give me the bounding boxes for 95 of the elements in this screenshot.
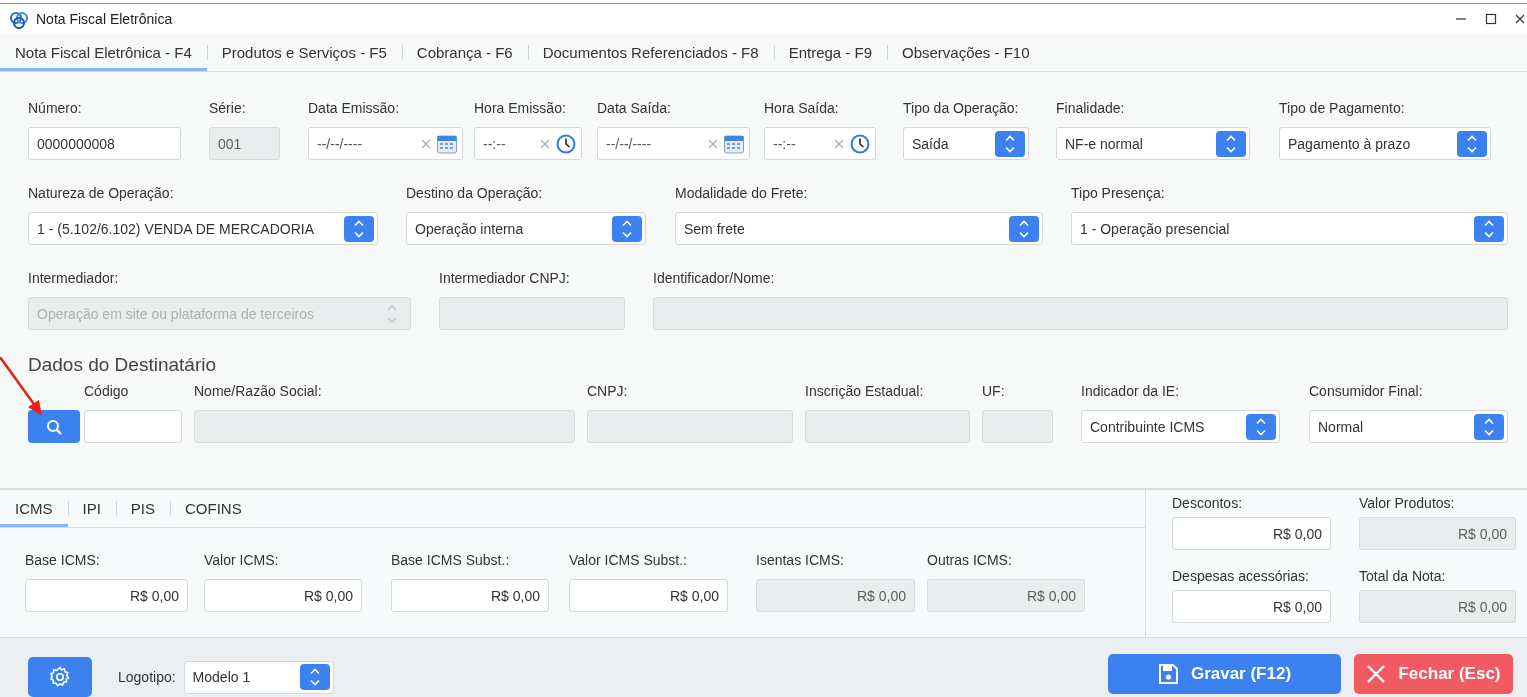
select-field[interactable]: NF-e normal — [1056, 127, 1250, 160]
field-label: Tipo de Pagamento: — [1279, 100, 1406, 118]
input-field[interactable]: R$ 0,00 — [204, 579, 362, 612]
section-heading: Dados do Destinatário — [28, 354, 217, 377]
input-field[interactable]: R$ 0,00 — [391, 579, 549, 612]
field-label: Data Saída: — [597, 100, 672, 118]
select-field[interactable]: 1 - Operação presencial — [1071, 212, 1508, 245]
field-label: Base ICMS Subst.: — [391, 552, 511, 570]
select-field[interactable]: Normal — [1309, 410, 1508, 443]
field-label: Valor Produtos: — [1359, 495, 1456, 513]
clock-icon — [556, 133, 576, 154]
dropdown-arrows-icon — [1216, 130, 1246, 157]
tab[interactable]: Entrega - F9 — [773, 34, 887, 71]
maximize-icon — [1485, 13, 1497, 25]
clear-icon — [540, 138, 550, 149]
field-label: Tipo da Operação: — [903, 100, 1020, 118]
dropdown-arrows-icon — [612, 215, 642, 242]
field-label: Série: — [209, 100, 247, 118]
field-label: Indicador da IE: — [1081, 383, 1181, 401]
field-label: Consumidor Final: — [1309, 383, 1424, 401]
clear-icon — [421, 138, 431, 149]
tab[interactable]: Cobrança - F6 — [401, 34, 528, 71]
field-label: Total da Nota: — [1359, 568, 1447, 586]
time-field[interactable]: --:-- — [474, 127, 582, 160]
date-field[interactable]: --/--/---- — [597, 127, 750, 160]
select-field[interactable]: 1 - (5.102/6.102) VENDA DE MERCADORIA — [28, 212, 378, 245]
field-label: Data Emissão: — [308, 100, 401, 118]
field-label: Destino da Operação: — [406, 185, 544, 203]
field-label: Base ICMS: — [25, 552, 101, 570]
clear-icon — [708, 138, 718, 149]
field-label: Código — [84, 383, 130, 401]
tab[interactable]: COFINS — [170, 490, 257, 527]
field-label: Intermediador CNPJ: — [439, 270, 571, 288]
input-field[interactable]: R$ 0,00 — [1172, 590, 1331, 623]
dropdown-arrows-icon — [1246, 413, 1276, 440]
field-label: UF: — [982, 383, 1006, 401]
tab[interactable]: ICMS — [0, 490, 68, 527]
field-label: Inscrição Estadual: — [805, 383, 925, 401]
search-button[interactable] — [28, 410, 80, 443]
field-label: Valor ICMS: — [204, 552, 280, 570]
input-field[interactable] — [84, 410, 182, 443]
dropdown-arrows-icon — [1474, 413, 1504, 440]
field-label: Finalidade: — [1056, 100, 1126, 118]
save-button[interactable]: Gravar (F12) — [1108, 654, 1341, 694]
calendar-icon — [724, 133, 744, 154]
input-field[interactable]: R$ 0,00 — [1172, 517, 1331, 550]
field-label: Logotipo: — [118, 669, 176, 685]
select-field[interactable]: Pagamento à prazo — [1279, 127, 1491, 160]
dropdown-arrows-icon — [299, 664, 330, 690]
dropdown-arrows-icon — [995, 130, 1025, 157]
tab[interactable]: Produtos e Serviços - F5 — [206, 34, 402, 71]
field-label: Descontos: — [1172, 495, 1244, 513]
tab[interactable]: Documentos Referenciados - F8 — [527, 34, 774, 71]
clear-icon — [834, 138, 844, 149]
window-title: Nota Fiscal Eletrônica — [36, 11, 173, 27]
field-label: CNPJ: — [587, 383, 629, 401]
select-field[interactable]: Sem frete — [675, 212, 1043, 245]
app-logo-icon — [9, 9, 29, 29]
search-icon — [46, 418, 62, 435]
input-field[interactable]: R$ 0,00 — [25, 579, 188, 612]
field-label: Valor ICMS Subst.: — [569, 552, 688, 570]
field-label: Isentas ICMS: — [756, 552, 845, 570]
date-field[interactable]: --/--/---- — [308, 127, 463, 160]
input-field[interactable]: 0000000008 — [28, 127, 181, 160]
time-field[interactable]: --:-- — [764, 127, 876, 160]
dropdown-arrows-icon — [1474, 215, 1504, 242]
dropdown-arrows-icon — [344, 215, 374, 242]
settings-icon — [49, 666, 71, 688]
select-field[interactable]: Modelo 1 — [183, 660, 334, 694]
field-label: Tipo Presença: — [1071, 185, 1166, 203]
field-label: Hora Emissão: — [474, 100, 567, 118]
tab[interactable]: IPI — [67, 490, 116, 527]
field-label: Hora Saída: — [764, 100, 840, 118]
field-label: Identificador/Nome: — [653, 270, 776, 288]
field-label: Natureza de Operação: — [28, 185, 175, 203]
dropdown-arrows-icon — [1009, 215, 1039, 242]
field-label: Despesas acessórias: — [1172, 568, 1310, 586]
calendar-icon — [437, 133, 457, 154]
field-label: Outras ICMS: — [927, 552, 1013, 570]
field-label: Nome/Razão Social: — [194, 383, 323, 401]
dropdown-arrows-icon — [1457, 130, 1487, 157]
settings-button[interactable] — [28, 657, 92, 697]
clock-icon — [850, 133, 870, 154]
select-field[interactable]: Operação interna — [406, 212, 646, 245]
tab[interactable]: PIS — [115, 490, 171, 527]
tab[interactable]: Nota Fiscal Eletrônica - F4 — [0, 34, 207, 71]
tab[interactable]: Observações - F10 — [887, 34, 1045, 71]
field-label: Intermediador: — [28, 270, 120, 288]
select-field[interactable]: Contribuinte ICMS — [1081, 410, 1280, 443]
select-field[interactable]: Saída — [903, 127, 1029, 160]
field-label: Modalidade do Frete: — [675, 185, 809, 203]
input-field[interactable]: R$ 0,00 — [569, 579, 728, 612]
field-label: Número: — [28, 100, 83, 118]
close-icon — [1366, 664, 1387, 684]
close-icon — [1515, 14, 1525, 24]
